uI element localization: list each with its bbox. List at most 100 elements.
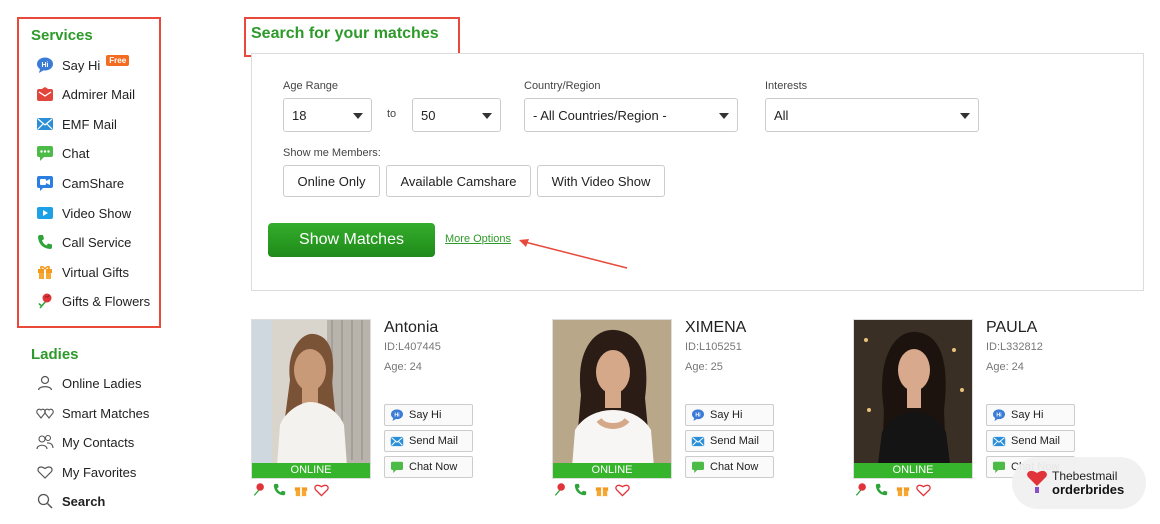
say-hi-button[interactable]: Hi Say Hi [986, 404, 1075, 426]
send-mail-button[interactable]: Send Mail [986, 430, 1075, 452]
say-hi-label: Say Hi [1011, 409, 1044, 421]
say-hi-icon: Hi [36, 56, 54, 74]
sidebar-item-online-ladies[interactable]: Online Ladies [36, 372, 142, 394]
sidebar-item-camshare[interactable]: CamShare [36, 172, 124, 194]
sidebar-item-label: Smart Matches [62, 405, 150, 421]
gift-icon[interactable] [594, 482, 609, 497]
flower-icon[interactable] [552, 482, 567, 497]
sidebar-item-admirer-mail[interactable]: Admirer Mail [36, 83, 135, 105]
services-title: Services [31, 27, 93, 44]
chat-now-button[interactable]: Chat Now [685, 456, 774, 478]
quick-actions [552, 482, 630, 497]
say-hi-button[interactable]: Hi Say Hi [685, 404, 774, 426]
sidebar-item-video-show[interactable]: Video Show [36, 202, 131, 224]
to-label: to [387, 108, 397, 120]
send-mail-button[interactable]: Send Mail [685, 430, 774, 452]
online-status-badge: ONLINE [854, 463, 972, 478]
more-options-link[interactable]: More Options [445, 233, 511, 245]
sidebar-item-search[interactable]: Search [36, 490, 105, 512]
profile-photo[interactable]: ONLINE [552, 319, 672, 479]
send-mail-label: Send Mail [409, 435, 458, 447]
heart-plus-icon[interactable] [916, 482, 931, 497]
chevron-down-icon [960, 113, 970, 119]
say-hi-button[interactable]: Hi Say Hi [384, 404, 473, 426]
sidebar-item-gifts-flowers[interactable]: Gifts & Flowers [36, 290, 150, 312]
say-hi-label: Say Hi [710, 409, 743, 421]
sidebar-item-call-service[interactable]: Call Service [36, 231, 131, 253]
chat-now-label: Chat Now [409, 461, 458, 473]
profile-name[interactable]: Antonia [384, 319, 438, 337]
sidebar-item-label: Virtual Gifts [62, 264, 129, 280]
send-mail-button[interactable]: Send Mail [384, 430, 473, 452]
sidebar-item-label: Video Show [62, 205, 132, 221]
sidebar-item-label: EMF Mail [62, 116, 117, 132]
age-to-select[interactable]: 50 [412, 98, 501, 132]
watermark-line2: orderbrides [1052, 482, 1125, 497]
chevron-down-icon [353, 113, 363, 119]
country-label: Country/Region [524, 80, 601, 92]
interests-select[interactable]: All [765, 98, 979, 132]
say-hi-icon: Hi [390, 408, 404, 422]
gift-icon[interactable] [293, 482, 308, 497]
sidebar-item-virtual-gifts[interactable]: Virtual Gifts [36, 261, 129, 283]
sidebar-item-my-contacts[interactable]: My Contacts [36, 431, 134, 453]
gift-icon [36, 263, 54, 281]
age-from-select[interactable]: 18 [283, 98, 372, 132]
profile-age: Age: 24 [986, 361, 1024, 373]
profile-age: Age: 24 [384, 361, 422, 373]
flower-icon [36, 292, 54, 310]
chat-now-label: Chat Now [710, 461, 759, 473]
watermark-line1: Thebestmail [1052, 469, 1118, 483]
sidebar-item-smart-matches[interactable]: Smart Matches [36, 402, 149, 424]
online-status-badge: ONLINE [252, 463, 370, 478]
profile-name[interactable]: XIMENA [685, 319, 746, 337]
chat-now-button[interactable]: Chat Now [384, 456, 473, 478]
person-icon [36, 374, 54, 392]
interests-label: Interests [765, 80, 808, 92]
sidebar-item-label: Online Ladies [62, 375, 142, 391]
country-value: - All Countries/Region - [533, 107, 667, 123]
say-hi-icon: Hi [992, 408, 1006, 422]
page-title: Search for your matches [251, 25, 439, 42]
show-members-label: Show me Members: [283, 147, 381, 159]
sidebar-item-say-hi[interactable]: Hi Say Hi Free [36, 54, 130, 76]
with-video-show-button[interactable]: With Video Show [537, 165, 665, 197]
heart-plus-icon[interactable] [314, 482, 329, 497]
sidebar-item-my-favorites[interactable]: My Favorites [36, 461, 136, 483]
sidebar-item-label: My Contacts [62, 434, 135, 450]
country-select[interactable]: - All Countries/Region - [524, 98, 738, 132]
profile-photo[interactable]: ONLINE [251, 319, 371, 479]
gift-icon[interactable] [895, 482, 910, 497]
send-mail-label: Send Mail [1011, 435, 1060, 447]
heart-logo-icon [1026, 468, 1048, 499]
mail-icon [691, 434, 705, 448]
phone-icon [36, 233, 54, 251]
sidebar-item-chat[interactable]: Chat [36, 142, 89, 164]
say-hi-icon: Hi [691, 408, 705, 422]
chevron-down-icon [482, 113, 492, 119]
phone-icon[interactable] [573, 482, 588, 497]
available-camshare-button[interactable]: Available Camshare [386, 165, 531, 197]
mail-icon [390, 434, 404, 448]
heart-plus-icon[interactable] [615, 482, 630, 497]
profile-id: ID:L407445 [384, 341, 441, 353]
sidebar-item-label: Chat [62, 145, 90, 161]
show-matches-button[interactable]: Show Matches [268, 223, 435, 257]
sidebar-item-label: Admirer Mail [62, 86, 135, 102]
search-icon [36, 492, 54, 510]
phone-icon[interactable] [874, 482, 889, 497]
chat-icon [36, 144, 54, 162]
sidebar-item-emf-mail[interactable]: EMF Mail [36, 113, 117, 135]
flower-icon[interactable] [853, 482, 868, 497]
profile-photo[interactable]: ONLINE [853, 319, 973, 479]
free-badge: Free [106, 54, 130, 66]
phone-icon[interactable] [272, 482, 287, 497]
age-to-value: 50 [421, 107, 436, 123]
send-mail-label: Send Mail [710, 435, 759, 447]
quick-actions [251, 482, 329, 497]
online-only-button[interactable]: Online Only [283, 165, 380, 197]
profile-id: ID:L332812 [986, 341, 1043, 353]
profile-name[interactable]: PAULA [986, 319, 1037, 337]
profile-age: Age: 25 [685, 361, 723, 373]
flower-icon[interactable] [251, 482, 266, 497]
